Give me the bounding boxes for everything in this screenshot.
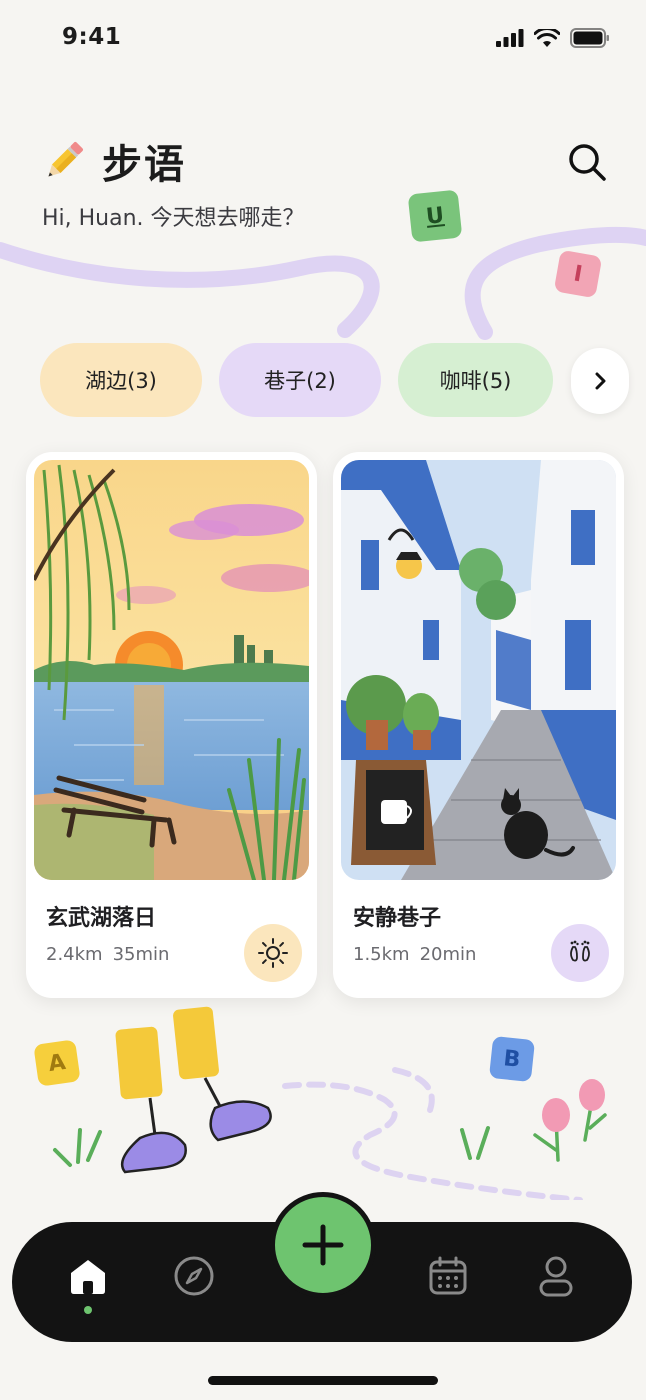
card-distance: 1.5km: [353, 944, 410, 965]
wifi-icon: [534, 28, 560, 47]
chips-more-button[interactable]: [571, 348, 629, 414]
card-title: 安静巷子: [353, 906, 442, 931]
chip-coffee[interactable]: 咖啡(5): [398, 343, 553, 417]
chip-alley[interactable]: 巷子(2): [219, 343, 381, 417]
home-indicator: [208, 1376, 438, 1385]
card-title: 玄武湖落日: [46, 906, 157, 931]
nav-explore[interactable]: [164, 1246, 224, 1306]
wavy-band-decoration: [0, 226, 646, 340]
status-time: 9:41: [62, 24, 122, 50]
add-route-button[interactable]: [270, 1192, 376, 1298]
nav-profile[interactable]: [526, 1246, 586, 1306]
home-icon: [71, 1260, 105, 1294]
letter-tile-a: A: [33, 1039, 81, 1087]
letter-tile-u: U: [407, 189, 463, 243]
signal-icon: [496, 29, 524, 47]
route-card-alley[interactable]: 安静巷子 1.5km 20min: [333, 452, 624, 998]
nav-calendar[interactable]: [418, 1246, 478, 1306]
card-meta: 2.4km 35min: [46, 944, 169, 965]
card-duration: 20min: [419, 944, 477, 965]
footprints-icon: [570, 940, 590, 962]
sun-icon: [258, 938, 288, 968]
card-badge: [551, 924, 609, 982]
card-distance: 2.4km: [46, 944, 103, 965]
walking-doodle-decoration: [53, 1006, 607, 1200]
card-duration: 35min: [112, 944, 170, 965]
battery-icon: [570, 28, 609, 48]
greeting-text: Hi, Huan. 今天想去哪走？: [42, 206, 305, 231]
add-icon: [302, 1224, 344, 1266]
chip-lakeside[interactable]: 湖边(3): [40, 343, 202, 417]
app-title: 步语: [102, 142, 186, 188]
lake-sunset-illustration: [34, 460, 309, 880]
app-header: 步语: [40, 132, 186, 190]
card-badge: [244, 924, 302, 982]
route-card-lake[interactable]: 玄武湖落日 2.4km 35min: [26, 452, 317, 998]
chevron-right-icon: [595, 372, 606, 390]
search-button[interactable]: [565, 140, 609, 184]
card-meta: 1.5km 20min: [353, 944, 476, 965]
alley-illustration: [341, 460, 616, 880]
nav-home[interactable]: [58, 1246, 118, 1306]
letter-tile-i: I: [553, 249, 603, 299]
profile-icon: [539, 1256, 573, 1297]
calendar-icon: [429, 1256, 467, 1295]
nav-active-dot: [84, 1306, 92, 1314]
compass-icon: [174, 1256, 214, 1296]
search-icon: [569, 144, 606, 181]
status-icons: [496, 28, 610, 48]
pencil-icon: [48, 142, 83, 177]
letter-tile-b: B: [488, 1035, 536, 1083]
